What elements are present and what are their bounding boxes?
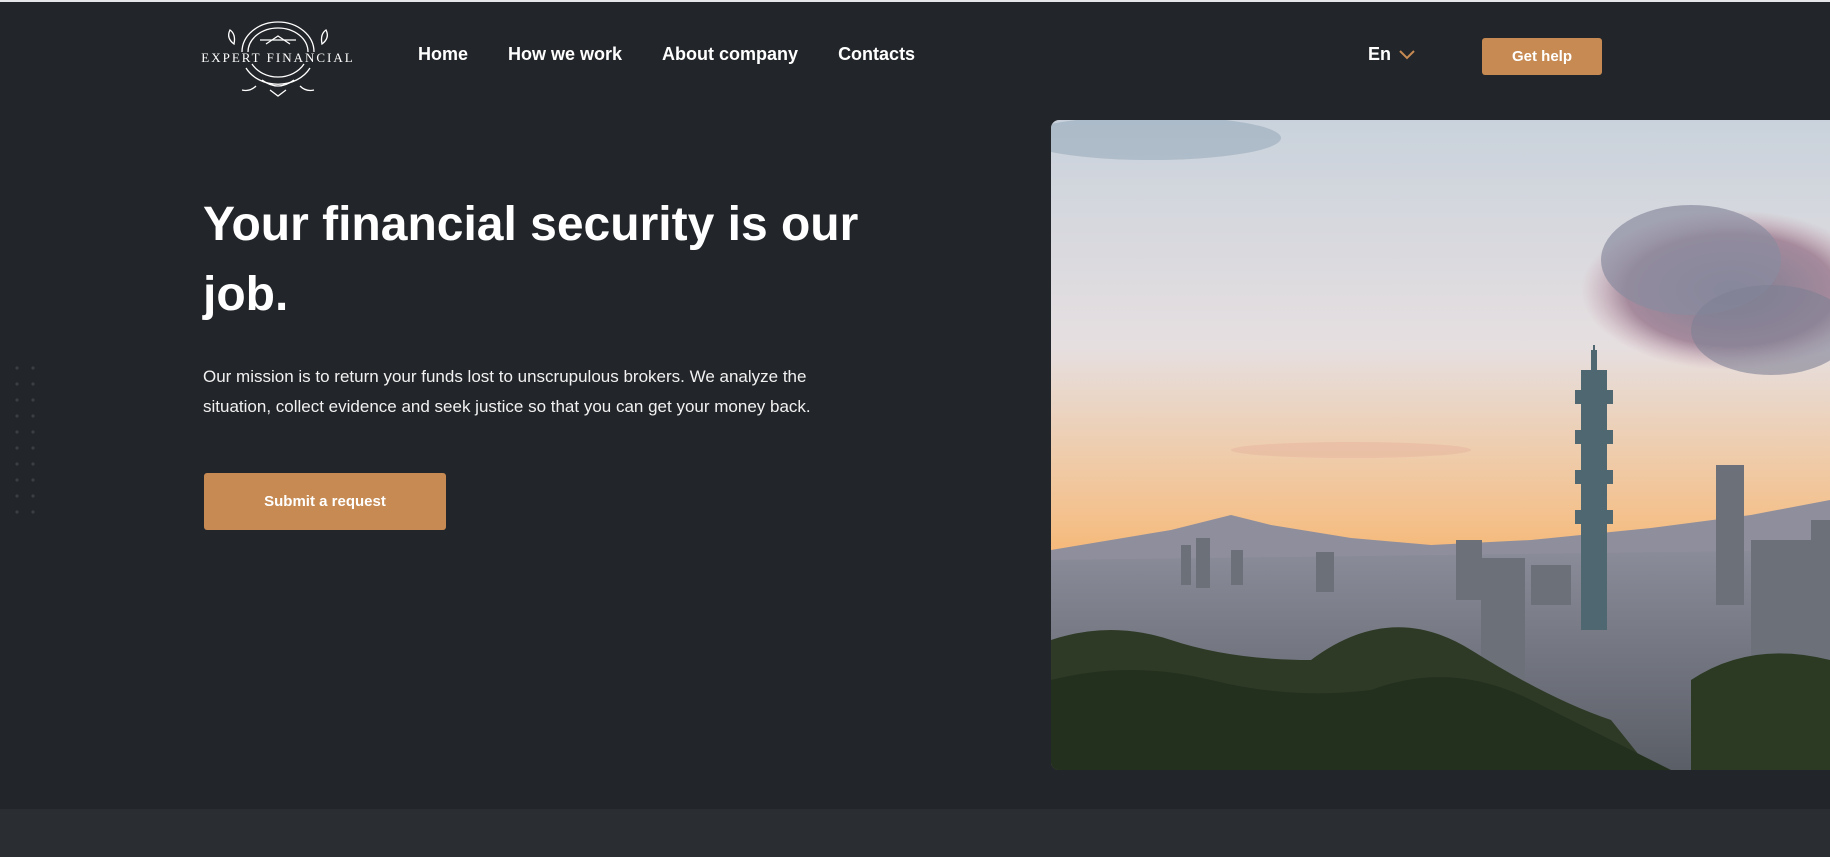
decorative-dots: [15, 366, 35, 514]
logo-wordmark: EXPERT FINANCIAL: [201, 50, 354, 65]
nav-contacts[interactable]: Contacts: [838, 44, 915, 65]
top-border: [0, 0, 1830, 2]
city-skyline-image: [1051, 120, 1830, 770]
site-logo[interactable]: EXPERT FINANCIAL: [200, 14, 356, 98]
nav-how-we-work[interactable]: How we work: [508, 44, 622, 65]
language-label: En: [1368, 44, 1392, 64]
hero-description: Our mission is to return your funds lost…: [203, 367, 811, 416]
nav-about-company[interactable]: About company: [662, 44, 798, 65]
submit-request-button[interactable]: Submit a request: [204, 473, 446, 530]
chevron-down-icon: [1399, 49, 1415, 59]
crest-logo-icon: EXPERT FINANCIAL: [201, 21, 354, 97]
language-selector[interactable]: En: [1368, 44, 1415, 65]
nav-home[interactable]: Home: [418, 44, 468, 65]
next-section-band: [0, 809, 1830, 857]
get-help-button[interactable]: Get help: [1482, 38, 1602, 75]
hero-title: Your financial security is our job.: [203, 198, 859, 321]
main-nav: Home How we work About company Contacts: [418, 44, 915, 65]
